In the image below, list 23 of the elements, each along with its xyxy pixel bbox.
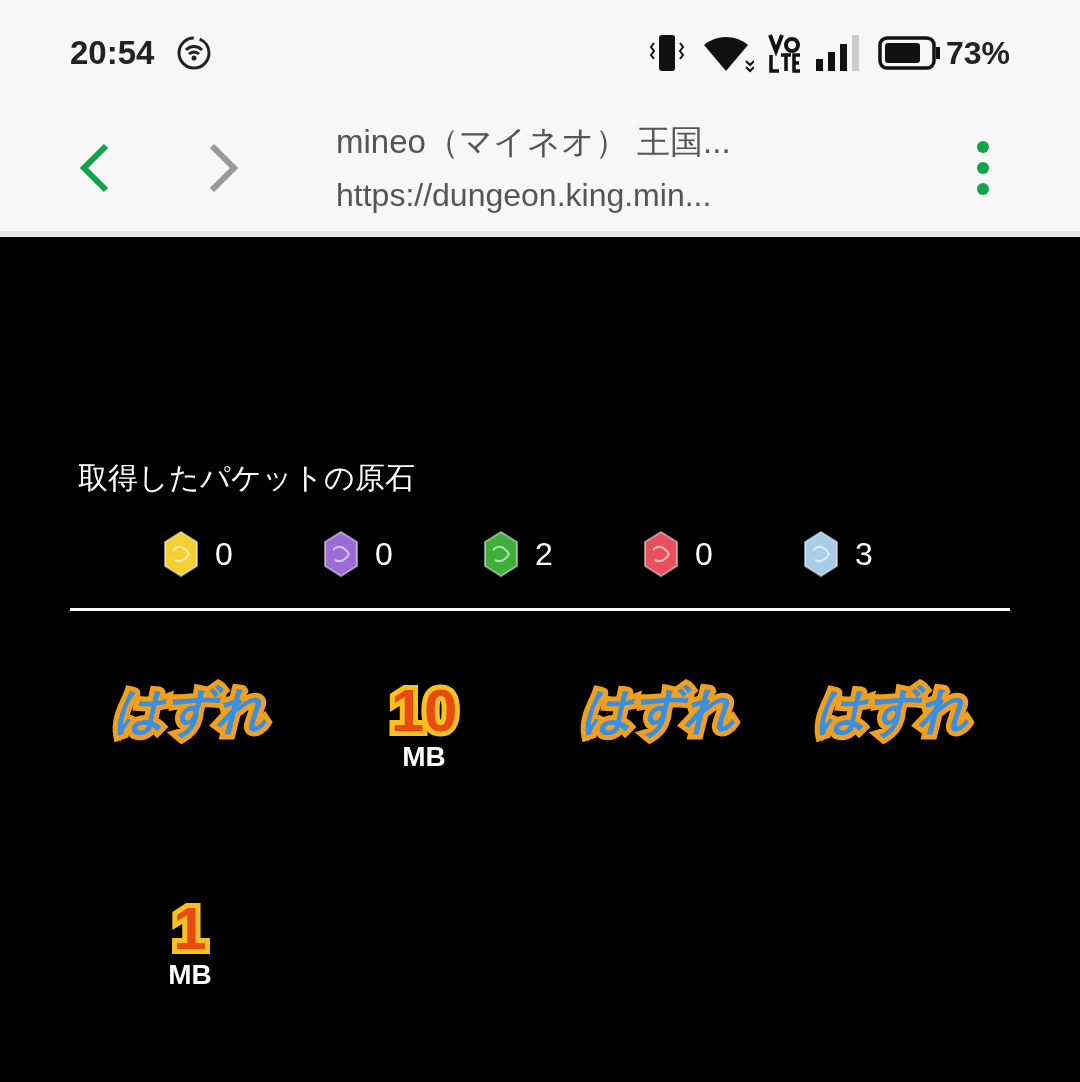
prize-amount: 1	[173, 899, 207, 959]
battery-percent: 73%	[945, 33, 1010, 73]
volte-icon	[767, 32, 802, 73]
back-icon	[78, 143, 110, 193]
menu-icon	[976, 140, 990, 196]
signal-icon	[815, 34, 860, 71]
hotspot-icon	[176, 34, 213, 71]
page-title: mineo（マイネオ） 王国...	[336, 122, 732, 163]
status-time: 20:54	[70, 32, 155, 73]
vibrate-icon	[647, 32, 686, 73]
ore-heading: 取得したパケットの原石	[78, 460, 416, 496]
gem-count: 0	[375, 535, 393, 574]
prize-unit: MB	[402, 743, 446, 771]
forward-icon	[208, 143, 240, 193]
menu-button[interactable]	[976, 140, 990, 196]
gem-count: 0	[695, 535, 713, 574]
page-url: https://dungeon.king.min...	[336, 175, 713, 215]
prize-unit: MB	[168, 961, 212, 989]
gem-count: 0	[215, 535, 233, 574]
prize-amount: 10	[390, 681, 458, 741]
gem-count: 3	[855, 535, 873, 574]
gem-count: 2	[535, 535, 553, 574]
battery-icon	[877, 34, 942, 71]
